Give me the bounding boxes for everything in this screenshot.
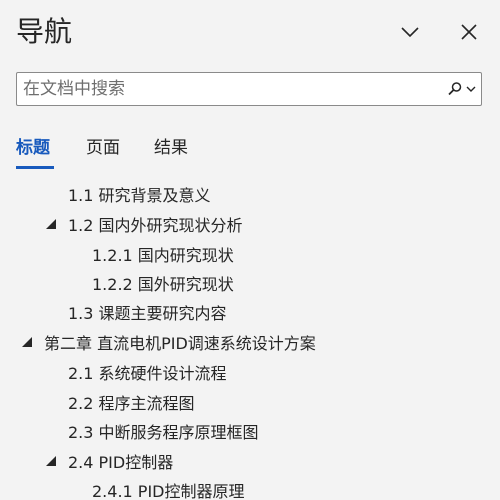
expanded-triangle-icon (46, 219, 56, 229)
collapse-toggle[interactable] (44, 217, 58, 231)
expanded-triangle-icon (46, 456, 56, 466)
heading-label: 2.4 PID控制器 (68, 453, 174, 472)
collapse-toggle[interactable] (44, 454, 58, 468)
heading-item[interactable]: 2.1 系统硬件设计流程 (68, 358, 227, 386)
heading-label: 第二章 直流电机PID调速系统设计方案 (44, 334, 316, 353)
heading-item[interactable]: 2.2 程序主流程图 (68, 388, 195, 416)
tab-results[interactable]: 结果 (154, 136, 188, 160)
close-icon (461, 24, 477, 40)
active-tab-indicator (16, 166, 54, 169)
tab-headings[interactable]: 标题 (16, 136, 50, 160)
search-icon (447, 82, 461, 96)
heading-label: 1.2 国内外研究现状分析 (68, 216, 243, 235)
search-box (16, 72, 482, 106)
expanded-triangle-icon (22, 337, 32, 347)
heading-item[interactable]: 1.2 国内外研究现状分析 (68, 210, 243, 238)
heading-item[interactable]: 2.4 PID控制器 (68, 447, 173, 475)
heading-label: 2.3 中断服务程序原理框图 (68, 423, 259, 442)
heading-label: 1.2.2 国外研究现状 (92, 275, 234, 294)
heading-label: 1.2.1 国内研究现状 (92, 246, 234, 265)
heading-item[interactable]: 2.4.1 PID控制器原理 (92, 476, 245, 500)
tab-pages[interactable]: 页面 (86, 136, 120, 160)
heading-item[interactable]: 1.2.1 国内研究现状 (92, 240, 234, 268)
heading-label: 1.3 课题主要研究内容 (68, 304, 227, 323)
heading-label: 1.1 研究背景及意义 (68, 186, 211, 205)
chevron-down-icon (401, 27, 419, 38)
pane-title: 导航 (16, 15, 73, 48)
heading-item[interactable]: 1.2.2 国外研究现状 (92, 269, 234, 297)
heading-label: 2.4.1 PID控制器原理 (92, 482, 245, 500)
heading-item[interactable]: 第二章 直流电机PID调速系统设计方案 (44, 328, 316, 356)
search-input[interactable] (23, 73, 423, 105)
heading-label: 2.1 系统硬件设计流程 (68, 364, 227, 383)
heading-item[interactable]: 1.1 研究背景及意义 (68, 180, 211, 208)
search-options-button[interactable] (445, 77, 477, 101)
heading-label: 2.2 程序主流程图 (68, 394, 195, 413)
heading-item[interactable]: 1.3 课题主要研究内容 (68, 298, 227, 326)
close-pane-button[interactable] (452, 15, 486, 49)
collapse-toggle[interactable] (20, 335, 34, 349)
chevron-down-icon (466, 86, 475, 92)
heading-item[interactable]: 2.3 中断服务程序原理框图 (68, 417, 259, 445)
navigation-pane: 导航 标题 页面 结果 1.1 研究背景及意义 (0, 0, 500, 500)
pane-options-button[interactable] (393, 15, 427, 49)
